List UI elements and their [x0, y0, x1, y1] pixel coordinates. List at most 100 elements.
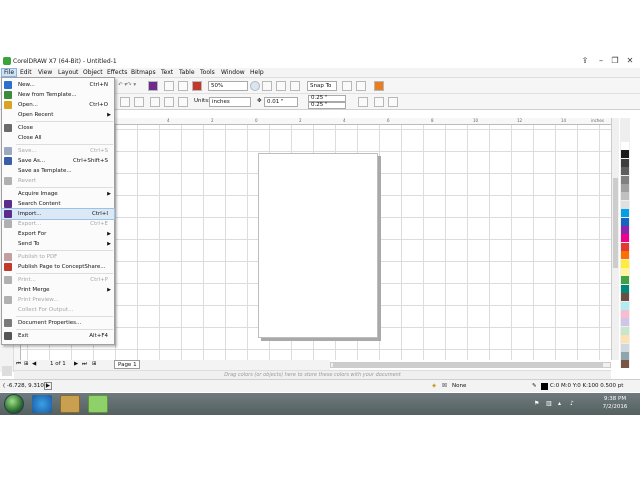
- menu-item-open[interactable]: Open... Ctrl+O: [2, 100, 114, 110]
- menu-item-close-all[interactable]: Close All: [2, 133, 114, 143]
- add-page-before-icon[interactable]: ⊞: [24, 361, 29, 367]
- color-swatch[interactable]: [621, 242, 629, 251]
- color-swatch[interactable]: [621, 335, 629, 344]
- menu-item-send-to[interactable]: Send To ▶: [2, 239, 114, 249]
- color-swatch[interactable]: [621, 268, 629, 276]
- maximize-button[interactable]: ❐: [608, 56, 622, 66]
- color-swatch[interactable]: [621, 150, 629, 159]
- zoom-icon[interactable]: [250, 81, 260, 91]
- hidden-icons-icon[interactable]: ▴: [558, 400, 561, 407]
- last-page-icon[interactable]: ⏭: [82, 361, 87, 368]
- vertical-scroll-thumb[interactable]: [613, 178, 618, 268]
- menu-item-export[interactable]: Export... Ctrl+E: [2, 219, 114, 229]
- color-swatch[interactable]: [621, 310, 629, 318]
- search-content-icon[interactable]: [148, 81, 158, 91]
- duplicate-distance-x-field[interactable]: 0.25 ": [308, 95, 346, 102]
- menu-item-import[interactable]: Import... Ctrl+I: [1, 208, 115, 220]
- menu-file[interactable]: File: [0, 68, 18, 77]
- color-swatch[interactable]: [621, 217, 629, 226]
- color-swatch[interactable]: [621, 200, 629, 209]
- menu-table[interactable]: Table: [179, 69, 195, 76]
- menu-view[interactable]: View: [38, 69, 52, 76]
- close-button[interactable]: ✕: [623, 56, 637, 66]
- menu-item-print-merge[interactable]: Print Merge ▶: [2, 285, 114, 295]
- menu-item-save[interactable]: Save... Ctrl+S: [2, 146, 114, 156]
- menu-item-publish-to-pdf[interactable]: Publish to PDF: [2, 252, 114, 262]
- coreldraw-taskbar-icon[interactable]: [88, 395, 108, 413]
- color-swatch[interactable]: [621, 142, 629, 150]
- menu-item-revert[interactable]: Revert: [2, 176, 114, 186]
- system-clock[interactable]: 9:38 PM 7/2/2016: [592, 395, 638, 411]
- menu-effects[interactable]: Effects: [107, 69, 127, 76]
- color-swatch[interactable]: [621, 360, 629, 369]
- options-icon[interactable]: [342, 81, 352, 91]
- units-select[interactable]: inches: [209, 97, 251, 107]
- file-explorer-icon[interactable]: [60, 395, 80, 413]
- add-page-after-icon[interactable]: ⊞: [92, 361, 97, 367]
- menu-object[interactable]: Object: [83, 69, 103, 76]
- horizontal-scroll-thumb[interactable]: [333, 363, 603, 367]
- guidelines-icon[interactable]: [388, 97, 398, 107]
- menu-layout[interactable]: Layout: [58, 69, 78, 76]
- menu-window[interactable]: Window: [221, 69, 245, 76]
- landscape-icon[interactable]: [134, 97, 144, 107]
- vertical-scrollbar[interactable]: [611, 118, 619, 360]
- color-swatch[interactable]: [621, 184, 629, 192]
- action-center-icon[interactable]: ⚑: [534, 400, 539, 407]
- upload-icon[interactable]: ⇪: [578, 56, 592, 66]
- full-screen-icon[interactable]: [262, 81, 272, 91]
- color-swatch[interactable]: [621, 192, 629, 201]
- menu-item-collect-for-output[interactable]: Collect For Output...: [2, 305, 114, 315]
- color-swatch[interactable]: [621, 209, 629, 218]
- menu-item-save-as-template[interactable]: Save as Template...: [2, 166, 114, 176]
- color-swatch[interactable]: [621, 158, 629, 167]
- menu-item-save-as[interactable]: Save As... Ctrl+Shift+S: [2, 156, 114, 166]
- menu-item-new[interactable]: New... Ctrl+N: [2, 80, 114, 90]
- redo-icon[interactable]: ↷ ▾: [127, 82, 136, 88]
- first-page-icon[interactable]: ⏮: [16, 361, 21, 368]
- snap-icon[interactable]: [374, 97, 384, 107]
- menu-item-open-recent[interactable]: Open Recent ▶: [2, 110, 114, 120]
- document-page[interactable]: [258, 153, 378, 338]
- launch-icon[interactable]: [356, 81, 366, 91]
- menu-item-print-preview[interactable]: Print Preview...: [2, 295, 114, 305]
- menu-item-print[interactable]: Print... Ctrl+P: [2, 275, 114, 285]
- menu-item-document-properties[interactable]: Document Properties...: [2, 318, 114, 328]
- volume-icon[interactable]: ♪: [570, 400, 574, 407]
- zoom-level-select[interactable]: 50%: [208, 81, 248, 91]
- duplicate-distance-y-field[interactable]: 0.25 ": [308, 102, 346, 109]
- network-icon[interactable]: ▥: [546, 400, 552, 407]
- document-palette-bar[interactable]: Drag colors (or objects) here to store t…: [14, 370, 611, 379]
- color-swatch[interactable]: [621, 343, 629, 352]
- portrait-icon[interactable]: [120, 97, 130, 107]
- show-grid-icon[interactable]: [290, 81, 300, 91]
- color-swatch[interactable]: [621, 276, 629, 285]
- menu-item-export-for[interactable]: Export For ▶: [2, 229, 114, 239]
- color-swatch[interactable]: [621, 167, 629, 176]
- menu-item-search-content[interactable]: Search Content: [2, 199, 114, 209]
- export-icon[interactable]: [178, 81, 188, 91]
- import-icon[interactable]: [164, 81, 174, 91]
- menu-item-exit[interactable]: Exit Alt+F4: [2, 331, 114, 341]
- menu-item-acquire-image[interactable]: Acquire Image ▶: [2, 189, 114, 199]
- menu-bitmaps[interactable]: Bitmaps: [131, 69, 156, 76]
- color-swatch[interactable]: [621, 259, 629, 268]
- horizontal-scrollbar[interactable]: [330, 362, 611, 368]
- nudge-distance-field[interactable]: 0.01 ": [264, 97, 298, 107]
- add-page-icon[interactable]: [2, 366, 12, 376]
- internet-explorer-icon[interactable]: [32, 395, 52, 413]
- start-button[interactable]: [4, 394, 24, 414]
- color-swatch[interactable]: [621, 234, 629, 243]
- menu-item-publish-page-to-conceptshare[interactable]: Publish Page to ConceptShare...: [2, 262, 114, 272]
- color-swatch[interactable]: [621, 301, 629, 310]
- color-swatch[interactable]: [621, 318, 629, 327]
- color-swatch[interactable]: [621, 251, 629, 260]
- treat-as-filled-icon[interactable]: [358, 97, 368, 107]
- pdf-icon[interactable]: [192, 81, 202, 91]
- color-swatch[interactable]: [621, 326, 629, 335]
- menu-item-close[interactable]: Close: [2, 123, 114, 133]
- menu-edit[interactable]: Edit: [20, 69, 32, 76]
- previous-page-icon[interactable]: ◀: [32, 361, 36, 367]
- next-page-icon[interactable]: ▶: [74, 361, 78, 367]
- page-tab[interactable]: Page 1: [114, 360, 140, 369]
